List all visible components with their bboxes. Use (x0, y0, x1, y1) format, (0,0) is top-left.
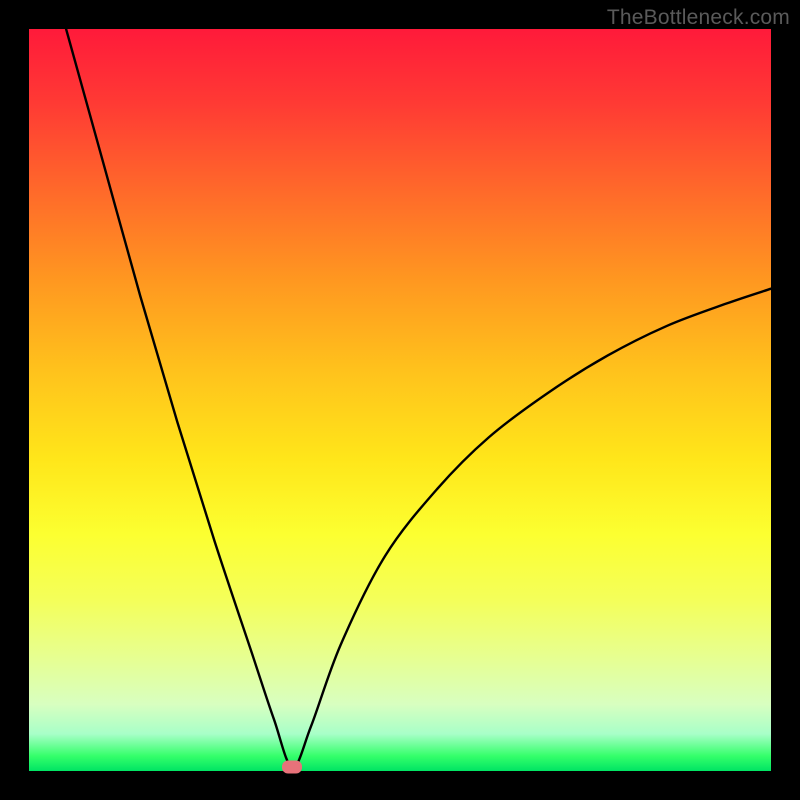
bottleneck-curve (29, 29, 771, 771)
current-config-marker (282, 761, 302, 774)
watermark-text: TheBottleneck.com (607, 6, 790, 30)
chart-plot-area (29, 29, 771, 771)
